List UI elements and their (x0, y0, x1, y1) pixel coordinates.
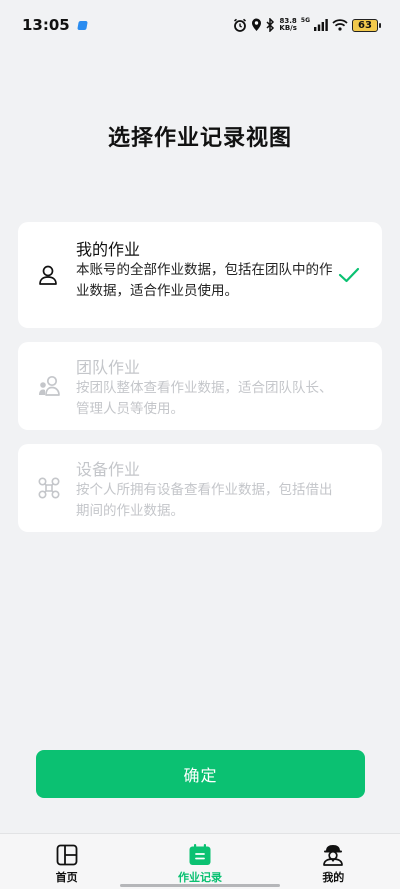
location-icon (252, 18, 262, 31)
person-icon (39, 265, 57, 285)
home-grid-icon (56, 844, 78, 866)
network-type: 5G (300, 16, 310, 24)
option-description: 本账号的全部作业数据，包括在团队中的作业数据，适合作业员使用。 (76, 262, 333, 299)
bluetooth-icon (266, 18, 275, 32)
battery-indicator: 63 (352, 18, 381, 32)
bottom-tab-bar: 首页 作业记录 我的 (0, 833, 400, 889)
option-title: 设备作业 (76, 460, 141, 479)
status-time: 13:05 (22, 16, 70, 34)
home-indicator[interactable] (120, 884, 280, 887)
calendar-record-icon (189, 844, 211, 865)
tab-mine[interactable]: 我的 (267, 834, 400, 889)
status-bar: 13:05 83.8 KB/s 5G 63 (0, 0, 400, 50)
wifi-icon (332, 19, 348, 31)
option-description: 按团队整体查看作业数据，适合团队队长、管理人员等使用。 (76, 380, 333, 417)
network-speed: 83.8 KB/s (279, 18, 296, 32)
option-my-work[interactable]: 我的作业 本账号的全部作业数据，包括在团队中的作业数据，适合作业员使用。 (18, 222, 382, 328)
tab-label: 首页 (55, 871, 78, 884)
alarm-icon (234, 18, 247, 32)
option-title: 团队作业 (76, 358, 141, 377)
option-description: 按个人所拥有设备查看作业数据，包括借出期间的作业数据。 (76, 482, 333, 519)
option-team-work: 团队作业 按团队整体查看作业数据，适合团队队长、管理人员等使用。 (18, 342, 382, 430)
profile-pilot-icon (323, 845, 344, 866)
tab-label: 作业记录 (177, 871, 222, 884)
option-device-work: 设备作业 按个人所拥有设备查看作业数据，包括借出期间的作业数据。 (18, 444, 382, 532)
check-icon (338, 267, 360, 283)
status-icons: 83.8 KB/s 5G 63 (233, 16, 381, 32)
signal-icon (314, 19, 328, 31)
confirm-button[interactable]: 确定 (36, 750, 365, 798)
drone-icon (38, 477, 60, 499)
tab-label: 我的 (322, 871, 345, 884)
option-title: 我的作业 (76, 240, 141, 259)
page-title: 选择作业记录视图 (107, 126, 292, 151)
tab-work-records[interactable]: 作业记录 (133, 834, 266, 889)
tab-home[interactable]: 首页 (0, 834, 133, 889)
team-icon (39, 375, 60, 396)
app-notification-icon (76, 20, 88, 30)
network-speed-unit: KB/s (279, 24, 297, 32)
